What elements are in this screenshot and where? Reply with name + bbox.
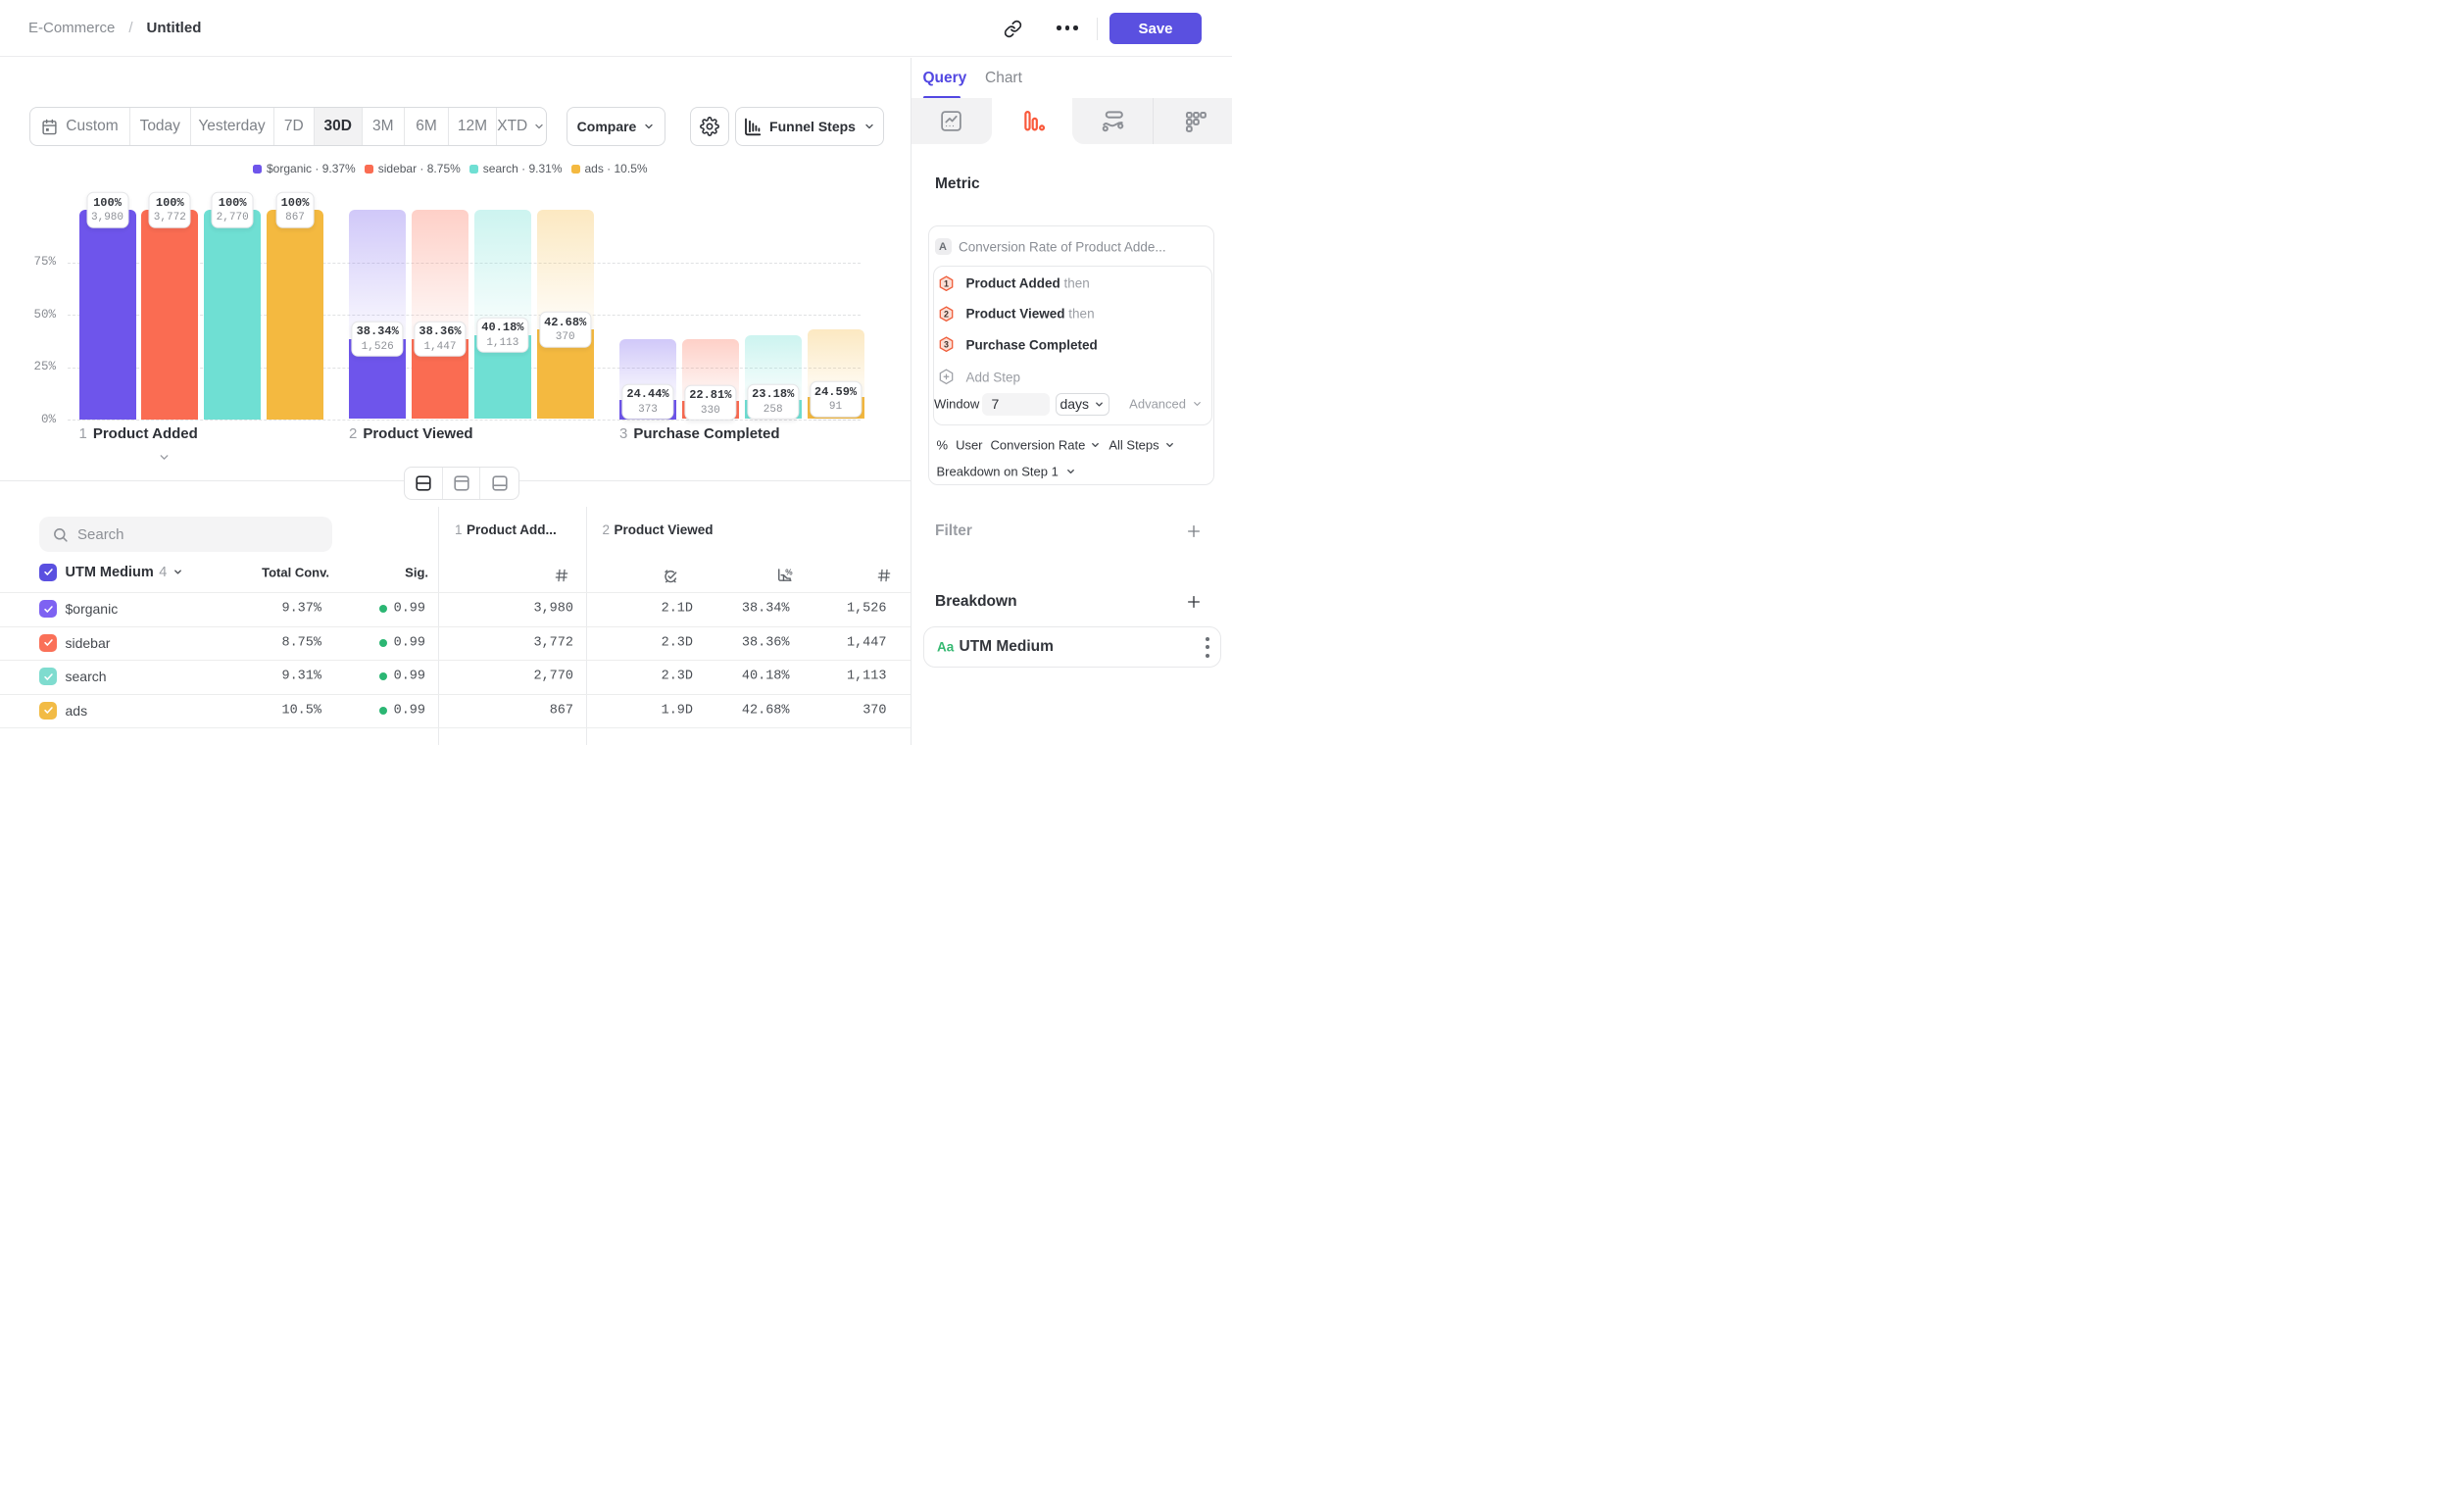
svg-text:1: 1: [944, 278, 949, 288]
svg-text:%: %: [785, 568, 793, 576]
svg-text:2: 2: [944, 309, 949, 319]
svg-text:3: 3: [944, 340, 949, 350]
